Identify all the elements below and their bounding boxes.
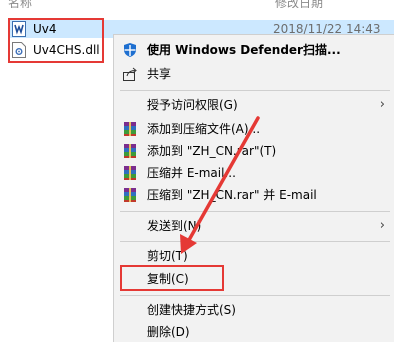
annotation-arrow (180, 116, 260, 254)
